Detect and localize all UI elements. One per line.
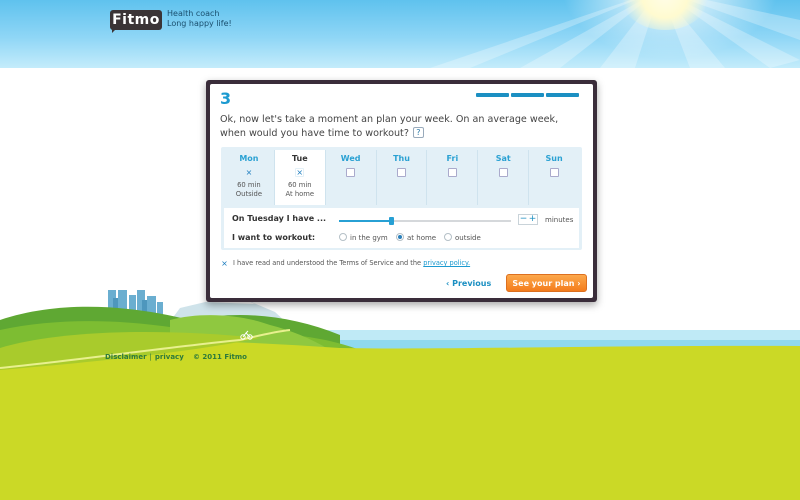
day-column-tue[interactable]: Tue × 60 min At home	[274, 150, 326, 205]
footer-separator: |	[149, 353, 152, 361]
day-duration: 60 min	[287, 181, 312, 189]
day-name: Sat	[495, 154, 511, 163]
tagline-line-2: Long happy life!	[167, 19, 232, 28]
day-checkbox[interactable]	[498, 168, 508, 177]
day-name: Mon	[239, 154, 259, 163]
radio-label: at home	[407, 234, 437, 242]
day-checkbox[interactable]	[397, 168, 406, 177]
day-column-sun[interactable]: Sun	[529, 150, 579, 205]
time-stepper: − +	[518, 214, 538, 225]
day-duration: 60 min	[237, 181, 261, 189]
previous-label: Previous	[452, 279, 492, 288]
time-slider-handle[interactable]	[388, 217, 394, 225]
next-label: See your plan	[512, 279, 575, 288]
planner-dialog-frame: 3 Ok, now let's take a moment an plan yo…	[206, 80, 597, 302]
radio-in-the-gym[interactable]: in the gym	[339, 233, 388, 242]
day-name: Wed	[340, 154, 361, 163]
radio-at-home[interactable]: at home	[396, 233, 436, 242]
day-location: At home	[285, 190, 315, 198]
terms-text: I have read and understood the Terms of …	[233, 259, 422, 267]
planner-dialog: 3 Ok, now let's take a moment an plan yo…	[210, 84, 593, 298]
day-column-wed[interactable]: Wed	[326, 150, 377, 205]
previous-button[interactable]: ‹ Previous	[446, 279, 491, 288]
question-label: Ok, now let's take a moment an plan your…	[220, 114, 559, 139]
chevron-right-icon: ›	[574, 279, 581, 288]
day-column-thu[interactable]: Thu	[377, 150, 428, 205]
tagline-line-1: Health coach	[167, 9, 220, 18]
landscape	[0, 290, 800, 500]
day-picker: Mon × 60 min Outside Tue × 60 min At home Wed Thu…	[224, 150, 579, 205]
day-column-sat[interactable]: Sat	[478, 150, 530, 205]
day-detail: On Tuesday I have ... − + minutes I want…	[224, 208, 579, 248]
radio-circle[interactable]	[396, 233, 404, 241]
radio-label: in the gym	[350, 234, 388, 242]
step-progress	[476, 93, 579, 97]
day-checkbox[interactable]	[447, 168, 457, 177]
tagline: Health coach Long happy life!	[167, 9, 232, 29]
terms-checkbox[interactable]: ×	[220, 260, 229, 269]
logo-tail	[112, 27, 118, 33]
day-name: Tue	[291, 154, 308, 163]
copyright: © 2011 Fitmo	[193, 353, 247, 361]
footer-links: Disclaimer | privacy	[105, 353, 184, 361]
location-row-label: I want to workout:	[232, 233, 316, 242]
day-column-fri[interactable]: Fri	[427, 150, 479, 205]
radio-circle[interactable]	[444, 233, 452, 241]
day-checkbox[interactable]	[346, 168, 356, 177]
privacy-link[interactable]: privacy	[155, 353, 184, 361]
increase-button[interactable]: +	[528, 215, 537, 224]
progress-segment	[476, 93, 509, 97]
day-column-mon[interactable]: Mon × 60 min Outside	[224, 150, 275, 205]
day-name: Fri	[446, 154, 459, 163]
privacy-policy-link[interactable]: privacy policy.	[423, 259, 470, 267]
day-checkbox[interactable]: ×	[295, 168, 305, 177]
question-text: Ok, now let's take a moment an plan your…	[220, 113, 580, 141]
day-name: Thu	[393, 154, 410, 163]
help-button[interactable]: ?	[412, 127, 424, 138]
radio-outside[interactable]: outside	[444, 233, 481, 242]
time-row-label: On Tuesday I have ...	[232, 214, 327, 223]
progress-segment	[511, 93, 544, 97]
day-checkbox[interactable]: ×	[244, 168, 254, 177]
day-name: Sun	[545, 154, 563, 163]
step-number: 3	[220, 89, 232, 108]
radio-label: outside	[455, 234, 481, 242]
disclaimer-link[interactable]: Disclaimer	[105, 353, 147, 361]
radio-circle[interactable]	[339, 233, 347, 241]
terms-row: × I have read and understood the Terms of…	[220, 259, 470, 269]
time-slider-fill	[339, 220, 391, 222]
days-panel: Mon × 60 min Outside Tue × 60 min At home Wed Thu…	[221, 147, 582, 250]
see-your-plan-button[interactable]: See your plan ›	[506, 274, 587, 292]
time-slider[interactable]	[339, 217, 511, 225]
day-location: Outside	[235, 190, 263, 198]
day-checkbox[interactable]	[549, 168, 559, 177]
decrease-button[interactable]: −	[519, 215, 528, 224]
progress-segment	[546, 93, 579, 97]
unit-label: minutes	[545, 216, 574, 224]
